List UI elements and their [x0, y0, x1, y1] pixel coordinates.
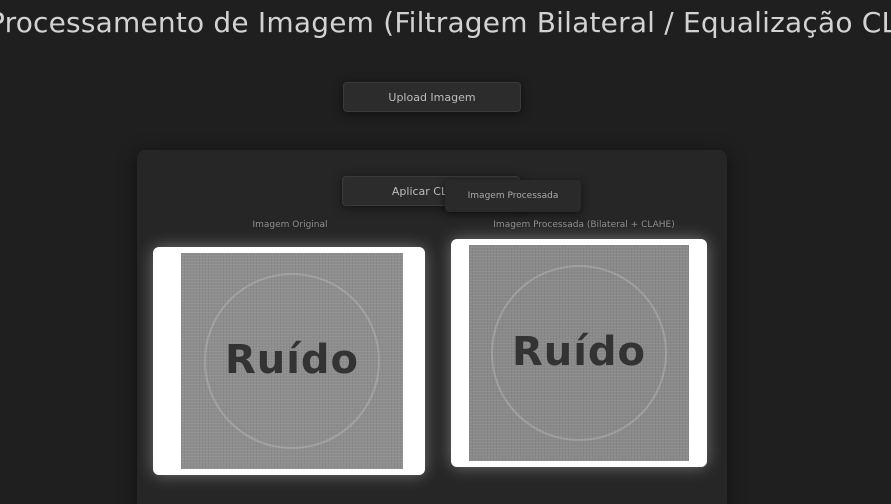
page-title: Processamento de Imagem (Filtragem Bilat… — [0, 6, 891, 39]
processed-image-label: Imagem Processada (Bilateral + CLAHE) — [493, 220, 675, 230]
app-root: Processamento de Imagem (Filtragem Bilat… — [0, 0, 891, 504]
original-image: Ruído — [153, 247, 425, 475]
processed-image-text: Ruído — [511, 329, 647, 375]
processed-image-tooltip: Imagem Processada — [445, 180, 581, 212]
processing-panel: Aplicar CLAHE Imagem Original Imagem Pro… — [137, 150, 727, 504]
upload-image-button[interactable]: Upload Imagem — [343, 82, 521, 112]
original-image-canvas: Ruído — [181, 253, 403, 469]
processed-image: Ruído — [451, 239, 707, 467]
original-image-text: Ruído — [224, 337, 360, 383]
original-image-label: Imagem Original — [252, 220, 328, 230]
processed-image-canvas: Ruído — [469, 245, 689, 461]
